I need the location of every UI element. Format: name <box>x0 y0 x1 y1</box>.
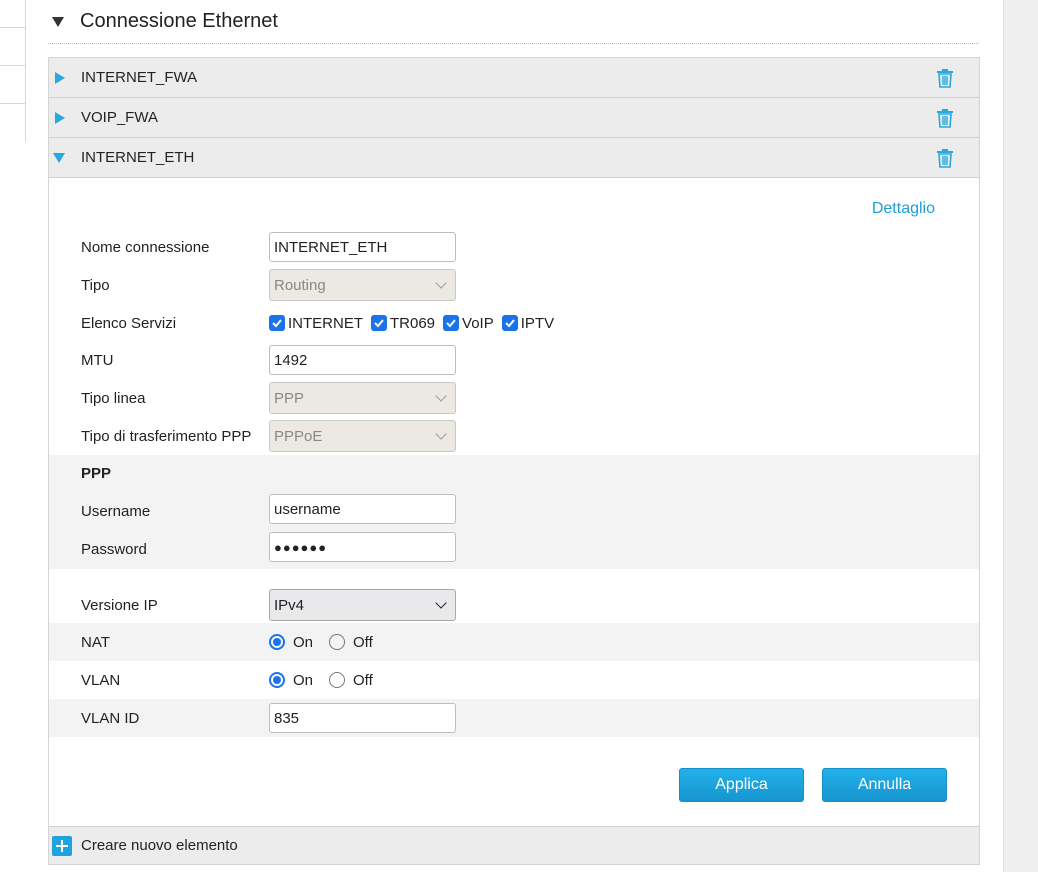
chevron-down-icon <box>435 428 447 440</box>
trash-icon[interactable] <box>935 108 955 128</box>
radio-label: On <box>293 633 314 651</box>
checkbox-label: TR069 <box>390 314 436 332</box>
field-label: MTU <box>81 351 114 369</box>
chevron-down-icon <box>435 390 447 402</box>
create-new-row[interactable]: Creare nuovo elemento <box>49 826 979 864</box>
vlan-id-input[interactable] <box>269 703 456 733</box>
field-label: Tipo <box>81 276 110 294</box>
row-elenco-servizi: Elenco Servizi INTERNET TR069 VoIP IPTV <box>49 304 979 342</box>
left-nav-cell <box>0 28 25 66</box>
row-mtu: MTU <box>49 341 979 379</box>
tipo-select[interactable]: Routing <box>269 269 456 301</box>
left-nav-stub <box>0 0 26 142</box>
field-label: Tipo linea <box>81 389 146 407</box>
connection-name[interactable]: INTERNET_FWA <box>81 69 197 86</box>
field-label: Username <box>81 503 151 520</box>
radio-label: Off <box>353 671 373 689</box>
ppp-section: PPP Username Password ●●●●●● <box>49 455 979 569</box>
connection-name[interactable]: VOIP_FWA <box>81 109 158 126</box>
field-label: VLAN ID <box>81 709 140 727</box>
trash-icon[interactable] <box>935 148 955 168</box>
field-label: Versione IP <box>81 596 158 614</box>
vlan-off-radio[interactable] <box>329 672 346 688</box>
username-input[interactable] <box>269 494 456 524</box>
row-tipo-trasferimento: Tipo di trasferimento PPP PPPoE <box>49 417 979 455</box>
expand-triangle-icon[interactable] <box>55 71 65 84</box>
select-value: PPPoE <box>274 427 323 445</box>
select-value: Routing <box>274 276 326 294</box>
connection-detail-panel: Dettaglio Nome connessione Tipo Routing … <box>49 178 979 828</box>
expand-triangle-icon[interactable] <box>55 111 65 124</box>
connection-row-voip-fwa[interactable]: VOIP_FWA <box>49 98 979 138</box>
field-label: VLAN <box>81 671 121 689</box>
radio-label: Off <box>353 633 373 651</box>
select-value: PPP <box>274 389 305 407</box>
plus-icon[interactable] <box>52 835 72 856</box>
create-new-label[interactable]: Creare nuovo elemento <box>81 837 238 854</box>
internet-checkbox[interactable] <box>269 315 285 331</box>
cancel-button[interactable]: Annulla <box>822 768 947 802</box>
checkbox-label: IPTV <box>520 314 555 332</box>
row-vlan: VLAN On Off <box>49 661 979 699</box>
checkbox-label: VoIP <box>462 314 494 332</box>
row-versione-ip: Versione IP IPv4 <box>49 586 979 624</box>
collapse-triangle-icon[interactable] <box>53 152 65 163</box>
connection-name-input[interactable] <box>269 232 456 262</box>
select-value: IPv4 <box>274 596 305 614</box>
tipo-trasferimento-select[interactable]: PPPoE <box>269 420 456 452</box>
field-label: Elenco Servizi <box>81 314 177 332</box>
ppp-heading: PPP <box>81 465 112 482</box>
field-label: Tipo di trasferimento PPP <box>81 427 252 445</box>
voip-checkbox[interactable] <box>443 315 460 331</box>
field-label: Nome connessione <box>81 238 210 256</box>
vlan-on-radio[interactable] <box>269 672 285 688</box>
row-tipo: Tipo Routing <box>49 266 979 304</box>
section-title: Connessione Ethernet <box>80 10 278 32</box>
ip-version-select[interactable]: IPv4 <box>269 589 456 621</box>
nat-off-radio[interactable] <box>329 634 346 650</box>
field-label: NAT <box>81 633 110 651</box>
field-label: Password <box>81 541 147 558</box>
detail-link[interactable]: Dettaglio <box>872 200 935 218</box>
trash-icon[interactable] <box>935 68 955 88</box>
apply-button[interactable]: Applica <box>679 768 804 802</box>
left-nav-cell <box>0 66 25 104</box>
mtu-input[interactable] <box>269 345 456 375</box>
tipo-linea-select[interactable]: PPP <box>269 382 456 414</box>
tr069-checkbox[interactable] <box>371 315 387 331</box>
connection-row-internet-eth[interactable]: INTERNET_ETH <box>49 138 979 178</box>
radio-label: On <box>293 671 314 689</box>
right-scroll-strip <box>1003 0 1038 872</box>
collapse-triangle-icon[interactable] <box>52 16 64 27</box>
row-tipo-linea: Tipo linea PPP <box>49 379 979 417</box>
row-vlan-id: VLAN ID <box>49 699 979 737</box>
connection-accordion: INTERNET_FWA VOIP_FWA INTERNET_ETH Detta… <box>48 57 980 865</box>
nat-on-radio[interactable] <box>269 634 285 650</box>
row-nat: NAT On Off <box>49 623 979 661</box>
iptv-checkbox[interactable] <box>501 315 518 331</box>
left-nav-cell <box>0 0 25 28</box>
row-nome-connessione: Nome connessione <box>49 228 979 266</box>
section-header[interactable]: Connessione Ethernet <box>48 0 979 44</box>
chevron-down-icon <box>435 277 447 289</box>
checkbox-label: INTERNET <box>288 314 363 332</box>
password-input[interactable]: ●●●●●● <box>269 532 456 562</box>
connection-row-internet-fwa[interactable]: INTERNET_FWA <box>49 58 979 98</box>
connection-name[interactable]: INTERNET_ETH <box>81 149 194 166</box>
chevron-down-icon <box>435 597 447 609</box>
